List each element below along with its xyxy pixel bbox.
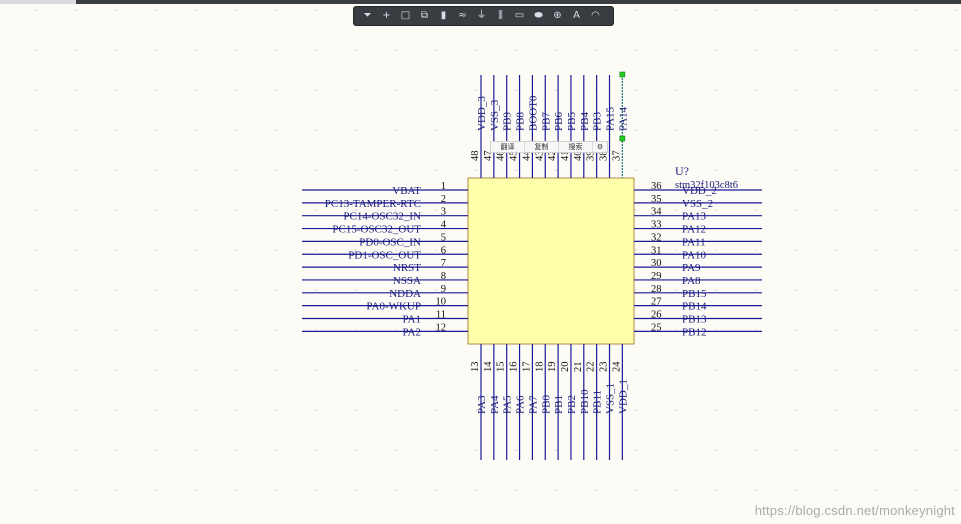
pin-name: PC13-TAMPER-RTC bbox=[325, 198, 421, 210]
pin-name: PB4 bbox=[579, 112, 591, 131]
pin-number: 3 bbox=[441, 207, 446, 218]
pin-name: NRST bbox=[393, 262, 421, 274]
pin-number: 27 bbox=[651, 297, 662, 308]
pin-name: PC14-OSC32_IN bbox=[343, 211, 421, 223]
pin-name: PC15-OSC32_OUT bbox=[332, 224, 421, 236]
pin-number: 11 bbox=[436, 310, 446, 321]
pin-name: PD1-OSC_OUT bbox=[348, 249, 421, 261]
pin-number: 30 bbox=[651, 258, 662, 269]
pin-number: 21 bbox=[573, 362, 584, 373]
pin-number: 31 bbox=[651, 245, 662, 256]
pin-number: 2 bbox=[441, 194, 446, 205]
pin-number: 6 bbox=[441, 245, 446, 256]
pin-name: VDD_1 bbox=[617, 379, 629, 414]
pin-name: PB7 bbox=[540, 112, 552, 131]
pin-number: 15 bbox=[496, 362, 507, 373]
pin-name: PA10 bbox=[682, 249, 707, 261]
pin-name: VDD_3 bbox=[476, 96, 488, 131]
pin-number: 5 bbox=[441, 232, 446, 243]
pin-number: 28 bbox=[651, 284, 662, 295]
pin-number: 23 bbox=[599, 362, 610, 373]
popup-item[interactable]: 翻译 bbox=[491, 142, 525, 152]
pin-name: PA2 bbox=[402, 326, 421, 338]
pin-number: 12 bbox=[436, 322, 447, 333]
pin-name: PB1 bbox=[553, 395, 565, 414]
watermark: https://blog.csdn.net/monkeynight bbox=[754, 503, 955, 518]
pin-name: PA15 bbox=[605, 106, 617, 131]
pin-name: PB12 bbox=[682, 326, 706, 338]
pin-number: 22 bbox=[586, 362, 597, 373]
pin-number: 24 bbox=[611, 361, 622, 372]
pin-number: 19 bbox=[547, 362, 558, 373]
pin-name: PB8 bbox=[515, 112, 527, 131]
pin-name: PA0-WKUP bbox=[366, 301, 421, 313]
pin-name: PD0-OSC_IN bbox=[359, 236, 421, 248]
pin-number: 13 bbox=[470, 362, 481, 373]
pin-number: 29 bbox=[651, 271, 662, 282]
pin-name: NSSA bbox=[393, 275, 421, 287]
pin-name: PA6 bbox=[515, 395, 527, 414]
popup-item[interactable]: 复制 bbox=[525, 142, 559, 152]
pin-number: 36 bbox=[651, 181, 662, 192]
pin-number: 10 bbox=[436, 297, 447, 308]
pin-number: 25 bbox=[651, 322, 662, 333]
pin-name: BOOT0 bbox=[527, 95, 539, 131]
pin-number: 35 bbox=[651, 194, 662, 205]
pin-name: PB10 bbox=[579, 389, 591, 414]
pin-number: 26 bbox=[651, 310, 662, 321]
pin-number: 7 bbox=[441, 258, 446, 269]
ic-body[interactable] bbox=[467, 177, 635, 345]
pin-name: PB3 bbox=[592, 112, 604, 131]
schematic-canvas[interactable]: 1 VBAT 2 PC13-TAMPER-RTC 3 PC14-OSC32_IN 4 PC15… bbox=[0, 0, 961, 524]
pin-name: PB5 bbox=[566, 112, 578, 131]
pin-number: 33 bbox=[651, 220, 662, 231]
pin-name: PA14 bbox=[617, 106, 629, 131]
selection-handle[interactable] bbox=[619, 71, 626, 78]
pin-name: PA1 bbox=[402, 314, 421, 326]
pin-number: 1 bbox=[441, 181, 446, 192]
pin-name: PB0 bbox=[540, 395, 552, 414]
pin-number: 37 bbox=[611, 151, 622, 162]
pin-number: 17 bbox=[521, 362, 532, 373]
pin-name: PB15 bbox=[682, 288, 707, 300]
text-selection-popup: 翻译 复制 搜索 ⚙ bbox=[490, 141, 608, 153]
pin-name: PB13 bbox=[682, 314, 707, 326]
pin-name: VSS_1 bbox=[605, 383, 617, 414]
pin-name: PB6 bbox=[553, 112, 565, 131]
popup-settings-icon[interactable]: ⚙ bbox=[593, 142, 607, 152]
pin-name: PA7 bbox=[527, 395, 539, 414]
pin-number: 14 bbox=[483, 361, 494, 372]
pin-number: 9 bbox=[441, 284, 446, 295]
pin-name: PB11 bbox=[592, 390, 604, 414]
pin-name: VBAT bbox=[392, 185, 421, 197]
pin-number: 8 bbox=[441, 271, 446, 282]
pin-name: NDDA bbox=[389, 288, 421, 300]
selection-handle[interactable] bbox=[619, 135, 626, 142]
pin-name: PA11 bbox=[682, 236, 706, 248]
pin-number: 34 bbox=[651, 207, 662, 218]
popup-item[interactable]: 搜索 bbox=[559, 142, 593, 152]
pin-name: PB9 bbox=[502, 112, 514, 131]
component-part-name[interactable]: stm32f103c8t6 bbox=[675, 180, 738, 191]
pin-name: PA4 bbox=[489, 395, 501, 414]
pin-name: PA5 bbox=[502, 395, 514, 414]
pin-number: 48 bbox=[470, 151, 481, 162]
pin-number: 4 bbox=[441, 220, 447, 231]
pin-number: 16 bbox=[509, 362, 520, 373]
pin-name: PA12 bbox=[682, 224, 706, 236]
pin-name: PA13 bbox=[682, 211, 707, 223]
pin-name: VSS_3 bbox=[489, 99, 501, 131]
pin-number: 18 bbox=[534, 362, 545, 373]
pin-number: 32 bbox=[651, 232, 662, 243]
pin-number: 20 bbox=[560, 362, 571, 373]
pin-name: PA3 bbox=[476, 395, 488, 414]
pin-name: PB14 bbox=[682, 301, 707, 313]
pin-name: PA8 bbox=[682, 275, 701, 287]
pin-name: VSS_2 bbox=[682, 198, 713, 210]
pin-name: PA9 bbox=[682, 262, 701, 274]
component-designator[interactable]: U? bbox=[675, 164, 689, 178]
pin-name: PB2 bbox=[566, 395, 578, 414]
